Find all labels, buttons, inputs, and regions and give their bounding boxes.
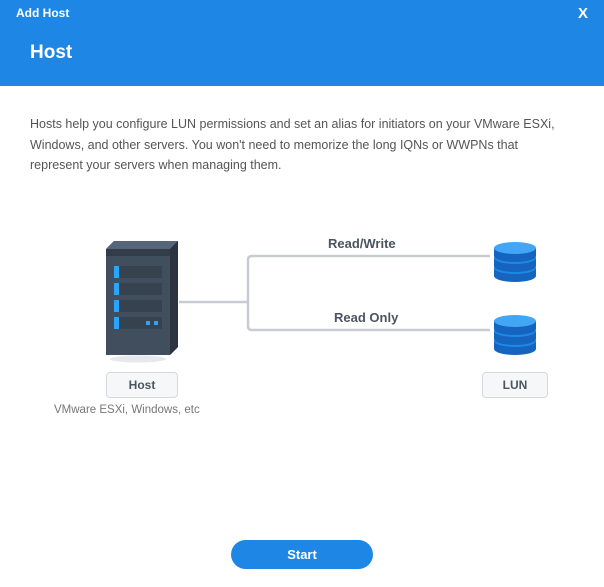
start-button[interactable]: Start: [231, 540, 373, 569]
server-icon: [106, 241, 178, 363]
database-icon: [492, 242, 538, 282]
page-title: Host: [30, 42, 574, 64]
titlebar: Add Host X: [0, 0, 604, 26]
host-lun-diagram: Read/Write Read Only: [30, 236, 574, 446]
readonly-label: Read Only: [334, 310, 398, 325]
close-icon[interactable]: X: [578, 6, 588, 21]
database-icon: [492, 315, 538, 355]
description-text: Hosts help you configure LUN permissions…: [30, 114, 574, 176]
content-area: Hosts help you configure LUN permissions…: [0, 86, 604, 446]
window-title: Add Host: [16, 6, 69, 20]
wizard-header: Host: [0, 26, 604, 86]
readwrite-label: Read/Write: [328, 236, 396, 251]
lun-badge: LUN: [482, 372, 548, 398]
host-caption: VMware ESXi, Windows, etc: [54, 404, 200, 416]
footer: Start: [0, 540, 604, 569]
host-badge: Host: [106, 372, 178, 398]
